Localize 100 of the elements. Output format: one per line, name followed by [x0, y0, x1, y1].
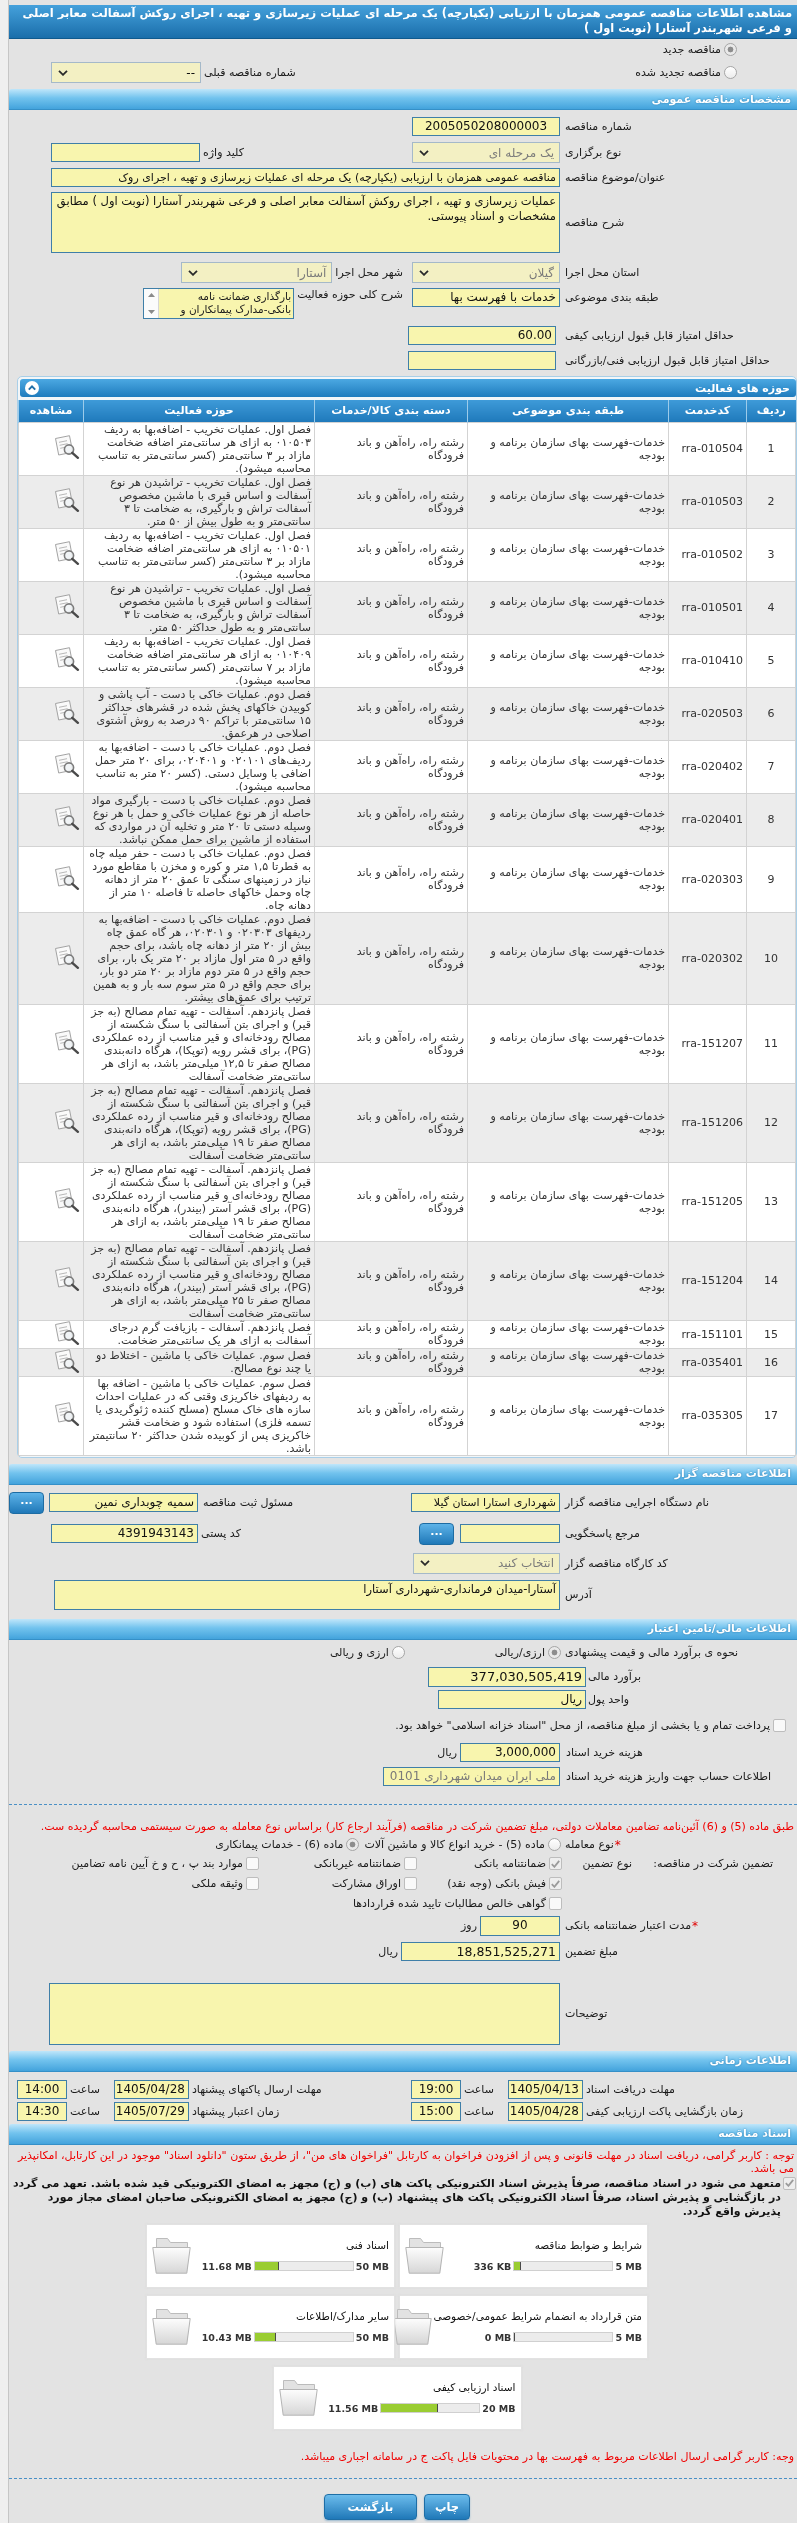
- radio-button[interactable]: [548, 1646, 561, 1659]
- checkbox[interactable]: [404, 1877, 417, 1890]
- folder-icon[interactable]: [393, 2308, 434, 2345]
- table-cell: خدمات-فهرست بهای سازمان برنامه و بودجه: [467, 422, 669, 475]
- checkbox-label: ضمانتنامه بانکی: [473, 1857, 546, 1870]
- table-cell: فصل پانزدهم. آسفالت - بازیافت گرم درجای آسفالت به ازای هر یک سانتی‌متر ضخامت.: [83, 1320, 315, 1348]
- input-field[interactable]: 2005050208000003: [412, 117, 560, 136]
- document-magnifier-icon[interactable]: [54, 647, 80, 671]
- radio-button[interactable]: [391, 1646, 405, 1659]
- folder-icon[interactable]: [152, 2237, 192, 2274]
- time-field[interactable]: 19:00: [411, 2079, 461, 2099]
- input-field[interactable]: 60.00: [408, 325, 556, 345]
- document-magnifier-icon[interactable]: [54, 944, 80, 969]
- radio-button[interactable]: [724, 42, 737, 56]
- folder-icon[interactable]: [152, 2308, 192, 2345]
- table-cell: رشته راه، راه‌آهن و باند فرودگاه: [314, 422, 468, 475]
- checkbox[interactable]: [549, 1877, 562, 1890]
- section-header: اطلاعات مناقصه گزار: [9, 1463, 797, 1485]
- checkbox[interactable]: [246, 1877, 259, 1890]
- checkbox[interactable]: [783, 2176, 796, 2190]
- column-header: کدخدمت: [668, 400, 747, 422]
- checkbox[interactable]: [549, 1897, 562, 1910]
- file-size-text: 336 KB: [473, 2260, 512, 2272]
- time-field[interactable]: 15:00: [411, 2101, 461, 2121]
- input-field[interactable]: 3,000,000: [460, 1742, 560, 1762]
- text-area[interactable]: [49, 1982, 560, 2045]
- notice-text: طبق ماده (5) و (6) آئین‌نامه تضامین معاملات دولتی، مبلغ تضمین شرکت در مناقصه (فرآیند ارجاع کار) براساس نوع معامله به صورت سیستمی محاسبه گردیده ست.: [39, 1819, 795, 1834]
- checkbox-label: موارد بند پ ، ح و خ آیین نامه تضامین: [71, 1857, 243, 1870]
- checkbox-label: وثیقه ملکی: [191, 1877, 243, 1890]
- section-header: اطلاعات مالی/تامین اعتبار: [9, 1618, 797, 1640]
- table-cell: فصل دوم. عملیات خاکی با دست - اضافه‌بها به ردیف‌های ۰۲۰۱۰۱ و ۰۲۰۴۰۱، برای ۲۰ متر حمل اضافی با وسایل دستی. (کسر ۲۰ متر به تناسب محاسبه میشود).: [83, 740, 315, 793]
- input-field[interactable]: 18,851,525,271: [401, 1941, 560, 1961]
- field-label: شرح کلی حوزه فعالیت: [297, 288, 403, 301]
- document-magnifier-icon[interactable]: [54, 488, 80, 512]
- time-field[interactable]: 14:30: [17, 2101, 67, 2121]
- dropdown-field[interactable]: --: [51, 62, 201, 83]
- input-field[interactable]: 90: [480, 1915, 560, 1936]
- input-field[interactable]: 377,030,505,419: [428, 1666, 586, 1687]
- input-field[interactable]: سمیه چوبداری نمین: [49, 1493, 198, 1512]
- size-limit-text: 50 MB: [355, 2260, 389, 2272]
- field-label: تضمین شرکت در مناقصه:: [653, 1857, 773, 1870]
- list-box[interactable]: بارگذاری ضمانت نامه بانکی-مدارک پیمانکاران و: [143, 288, 295, 319]
- document-magnifier-icon[interactable]: [54, 541, 80, 565]
- folder-icon[interactable]: [405, 2237, 445, 2274]
- table-cell: 10: [746, 912, 796, 1004]
- input-field[interactable]: [460, 1524, 560, 1543]
- table-cell: رشته راه، راه‌آهن و باند فرودگاه: [314, 634, 468, 687]
- checkbox[interactable]: [773, 1719, 786, 1732]
- table-cell: rra-020503: [668, 687, 747, 740]
- input-field[interactable]: شهرداری استارا استان گیلا: [411, 1493, 560, 1512]
- input-field[interactable]: 4391943143: [51, 1524, 198, 1543]
- table-cell: rra-151204: [668, 1241, 747, 1320]
- dropdown-field[interactable]: انتخاب کنید: [413, 1552, 560, 1574]
- document-magnifier-icon[interactable]: [54, 1348, 80, 1373]
- chevron-circle-icon[interactable]: [25, 381, 39, 395]
- folder-icon[interactable]: [278, 2379, 319, 2416]
- section-header: اطلاعات زمانی: [9, 2050, 797, 2072]
- date-field[interactable]: 1405/04/28: [113, 2079, 189, 2099]
- date-field[interactable]: 1405/04/28: [507, 2101, 583, 2121]
- scroll-up-icon[interactable]: [147, 293, 155, 297]
- scroll-down-icon[interactable]: [147, 310, 155, 314]
- document-magnifier-icon[interactable]: [54, 806, 80, 830]
- document-magnifier-icon[interactable]: [54, 1109, 80, 1133]
- table-cell: خدمات-فهرست بهای سازمان برنامه و بودجه: [467, 1320, 669, 1348]
- document-magnifier-icon[interactable]: [54, 594, 80, 618]
- document-magnifier-icon[interactable]: [54, 435, 80, 459]
- input-field[interactable]: ریال: [438, 1689, 586, 1709]
- document-magnifier-icon[interactable]: [54, 1188, 80, 1212]
- input-field[interactable]: خدمات با فهرست بها: [412, 288, 560, 307]
- text-area[interactable]: عملیات زیرسازی و تهیه ، اجرای روکش آسفالت معابر اصلی و فرعی شهربندر آستارا (نوبت اول ) مطابق مشخصات و اسناد پیوستی.: [51, 192, 560, 253]
- checkbox[interactable]: [246, 1857, 259, 1870]
- checkbox[interactable]: [404, 1857, 417, 1870]
- checkbox[interactable]: [549, 1857, 562, 1870]
- input-field[interactable]: [408, 350, 556, 370]
- date-field[interactable]: 1405/07/29: [113, 2101, 189, 2121]
- document-title: سایر مدارک/اطلاعات: [296, 2309, 389, 2322]
- field-label: نوع برگزاری: [565, 146, 622, 159]
- table-cell: فصل اول. عملیات تخریب - اضافه‌بها به ردیف ۰۱۰۵۰۱ به ازای هر سانتی‌متر اضافه ضخامت مازاد بر ۳ سانتی‌متر (کسر سانتی‌متر به تناسب محاسبه میشود).: [83, 528, 315, 581]
- document-magnifier-icon[interactable]: [54, 1402, 80, 1426]
- table-cell: فصل اول. عملیات تخریب - تراشیدن هر نوع آسفالت و اساس قیری با ماشین مخصوص آسفالت تراش و بارگیری، به ضخامت تا ۳ سانتی‌متر و به طول حداکثر ۵۰ متر.: [83, 581, 315, 634]
- text-area[interactable]: آستارا-میدان فرمانداری-شهرداری آستارا: [54, 1579, 560, 1610]
- radio-button[interactable]: [548, 1838, 561, 1851]
- input-field[interactable]: مناقصه عمومی همزمان با ارزیابی (یکپارچه) یک مرحله ای عملیات زیرسازی و تهیه ، اجرای روک: [51, 168, 560, 187]
- document-magnifier-icon[interactable]: [54, 1267, 80, 1291]
- table-cell: خدمات-فهرست بهای سازمان برنامه و بودجه: [467, 1083, 669, 1162]
- file-size-text: 0 MB: [484, 2331, 512, 2343]
- input-field[interactable]: [51, 143, 200, 162]
- table-cell: 4: [746, 581, 796, 634]
- unit-label: ریال: [437, 1745, 457, 1759]
- table-cell: فصل اول. عملیات تخریب - اضافه‌بها به ردیف ۰۱۰۵۰۳ به ازای هر سانتی‌متر اضافه ضخامت مازاد بر ۳ سانتی‌متر (کسر سانتی‌متر به تناسب محاسبه میشود).: [83, 422, 315, 475]
- time-field[interactable]: 14:00: [17, 2079, 67, 2099]
- radio-button[interactable]: [724, 66, 737, 79]
- document-magnifier-icon[interactable]: [54, 865, 80, 890]
- document-magnifier-icon[interactable]: [54, 700, 80, 724]
- radio-button[interactable]: [346, 1838, 360, 1851]
- document-magnifier-icon[interactable]: [54, 753, 80, 777]
- date-field[interactable]: 1405/04/13: [507, 2079, 583, 2099]
- document-magnifier-icon[interactable]: [54, 1030, 80, 1054]
- document-title: اسناد فنی: [345, 2238, 389, 2251]
- document-magnifier-icon[interactable]: [54, 1320, 80, 1345]
